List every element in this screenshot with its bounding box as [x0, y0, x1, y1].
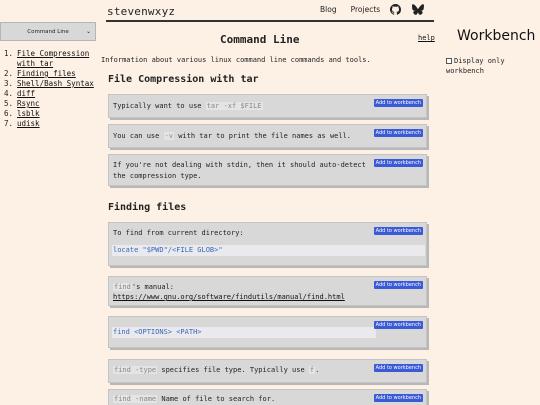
section-heading-finding-files: Finding files [108, 202, 187, 213]
chevron-down-icon: ⌄ [85, 28, 91, 35]
card-text-line: If you're not dealing with stdin, then i… [113, 161, 366, 169]
toc-item: 1. File Compression with tar [4, 49, 96, 69]
add-to-workbench-button[interactable]: Add to workbench [373, 394, 423, 402]
github-icon[interactable] [390, 4, 402, 15]
page-select[interactable]: Command Line ⌄ [0, 22, 96, 41]
left-nav: Command Line ⌄ 1. File Compression with t… [0, 22, 96, 129]
code-block: find <OPTIONS> <PATH> [112, 327, 376, 338]
card-text: find -name Name of file to search for. [113, 395, 276, 403]
header-divider [106, 20, 434, 22]
toc-item: 4. diff [4, 89, 96, 99]
code-block: locate "$PWD"/<FILE GLOB>" [112, 245, 425, 256]
card-url-line: https://www.gnu.org/software/findutils/m… [113, 292, 345, 303]
toc-link-udisk[interactable]: udisk [17, 119, 40, 129]
toc-item: 5. Rsync [4, 99, 96, 109]
toc-item: 2. Finding files [4, 69, 96, 79]
note-card: find <OPTIONS> <PATH> Add to workbench [108, 316, 427, 348]
card-text: You can use -v with tar to print the fil… [113, 132, 352, 140]
note-card: You can use -v with tar to print the fil… [108, 124, 427, 148]
toc-number: 2. [4, 69, 14, 78]
add-to-workbench-button[interactable]: Add to workbench [373, 227, 423, 235]
section-heading-file-compression: File Compression with tar [108, 74, 259, 85]
checkbox-label: Display only workbench [446, 57, 505, 75]
note-card: find -type specifies file type. Typicall… [108, 359, 427, 383]
workbench-title: Workbench [457, 28, 536, 44]
nav-blog-link[interactable]: Blog [320, 5, 337, 14]
card-text: Typically want to use tar -xf $FILE [113, 102, 263, 110]
display-only-workbench-checkbox[interactable]: Display only workbench [446, 56, 536, 76]
card-text: find -type specifies file type. Typicall… [113, 366, 320, 374]
add-to-workbench-button[interactable]: Add to workbench [373, 159, 423, 167]
toc-number: 5. [4, 99, 14, 108]
card-text: To find from current directory: [113, 229, 244, 237]
add-to-workbench-button[interactable]: Add to workbench [373, 129, 423, 137]
checkbox-box[interactable] [446, 58, 452, 64]
inline-code: find -name [113, 395, 158, 403]
toc-number: 4. [4, 89, 14, 98]
inline-code: find [113, 283, 132, 291]
toc-link-lsblk[interactable]: lsblk [17, 109, 40, 119]
toc-link-diff[interactable]: diff [17, 89, 35, 99]
header-nav: Blog Projects [320, 4, 425, 15]
toc-number: 7. [4, 119, 14, 128]
toc-link-file-compression[interactable]: File Compression with tar [17, 49, 96, 69]
toc-link-finding-files[interactable]: Finding files [17, 69, 76, 79]
toc-number: 1. [4, 49, 14, 58]
toc-number: 3. [4, 79, 14, 88]
note-card: Typically want to use tar -xf $FILE Add … [108, 94, 427, 118]
add-to-workbench-button[interactable]: Add to workbench [373, 321, 423, 329]
toc-item: 7. udisk [4, 119, 96, 129]
add-to-workbench-button[interactable]: Add to workbench [373, 281, 423, 289]
note-card: To find from current directory: locate "… [108, 222, 427, 266]
add-to-workbench-button[interactable]: Add to workbench [373, 99, 423, 107]
inline-code: -v [163, 132, 175, 140]
help-link[interactable]: help [418, 34, 435, 42]
page-title: Command Line [220, 33, 300, 46]
intro-text: Information about various linux command … [101, 56, 371, 64]
inline-code: find -type [113, 366, 158, 374]
toc-link-rsync[interactable]: Rsync [17, 99, 40, 109]
note-card: find -name Name of file to search for. A… [108, 389, 427, 405]
add-to-workbench-button[interactable]: Add to workbench [373, 364, 423, 372]
nav-projects-link[interactable]: Projects [351, 5, 381, 14]
toc-link-shell-bash[interactable]: Shell/Bash Syntax [17, 79, 94, 89]
toc-number: 6. [4, 109, 14, 118]
inline-code: tar -xf $FILE [205, 102, 263, 110]
toc-item: 6. lsblk [4, 109, 96, 119]
note-card: find's manual: https://www.gnu.org/softw… [108, 276, 427, 306]
site-name-link[interactable]: stevenwxyz [107, 5, 175, 18]
card-text-line: the compression type. [113, 172, 202, 180]
page-select-value: Command Line [27, 28, 69, 35]
find-manual-link[interactable]: https://www.gnu.org/software/findutils/m… [113, 293, 345, 301]
note-card: If you're not dealing with stdin, then i… [108, 154, 427, 186]
table-of-contents: 1. File Compression with tar 2. Finding fi… [0, 49, 96, 129]
toc-item: 3. Shell/Bash Syntax [4, 79, 96, 89]
butterfly-icon[interactable] [412, 4, 425, 15]
